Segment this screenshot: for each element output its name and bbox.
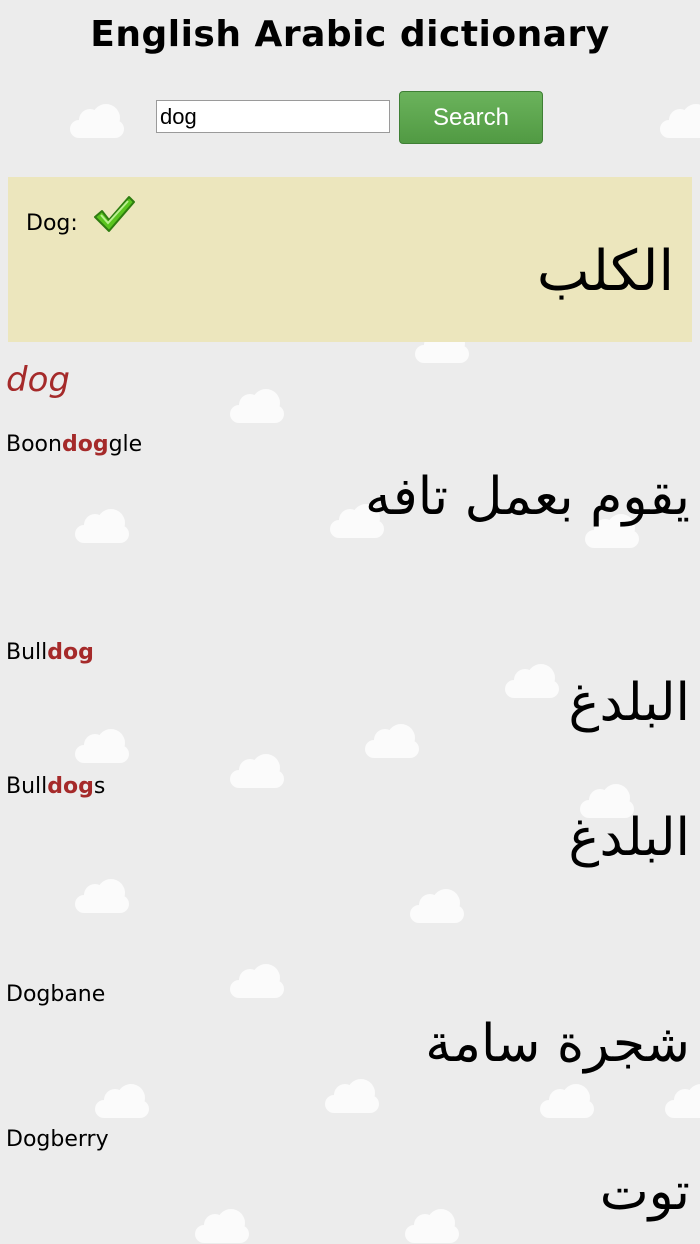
entry-arabic: البلدغ — [568, 673, 690, 733]
entry-arabic: يقوم بعمل تافه — [365, 467, 690, 527]
entry-arabic: توت — [599, 1162, 690, 1222]
search-button[interactable]: Search — [399, 91, 543, 144]
entry-word[interactable]: Bulldogs — [6, 774, 105, 799]
query-heading: dog — [6, 360, 70, 400]
entry-arabic: شجرة سامة — [425, 1014, 690, 1074]
entry-word[interactable]: Dogbane — [6, 982, 105, 1007]
result-label: Dog: — [26, 211, 78, 236]
entry-word[interactable]: Dogberry — [6, 1127, 109, 1152]
result-arabic: الكلب — [536, 239, 674, 304]
result-box: Dog: الكلب — [8, 177, 692, 342]
checkmark-icon — [92, 193, 136, 241]
search-input[interactable] — [156, 100, 390, 133]
entry-arabic: البلدغ — [568, 808, 690, 868]
entry-word[interactable]: Bulldog — [6, 640, 94, 665]
page-title: English Arabic dictionary — [90, 14, 610, 55]
entry-word[interactable]: Boondoggle — [6, 432, 142, 457]
